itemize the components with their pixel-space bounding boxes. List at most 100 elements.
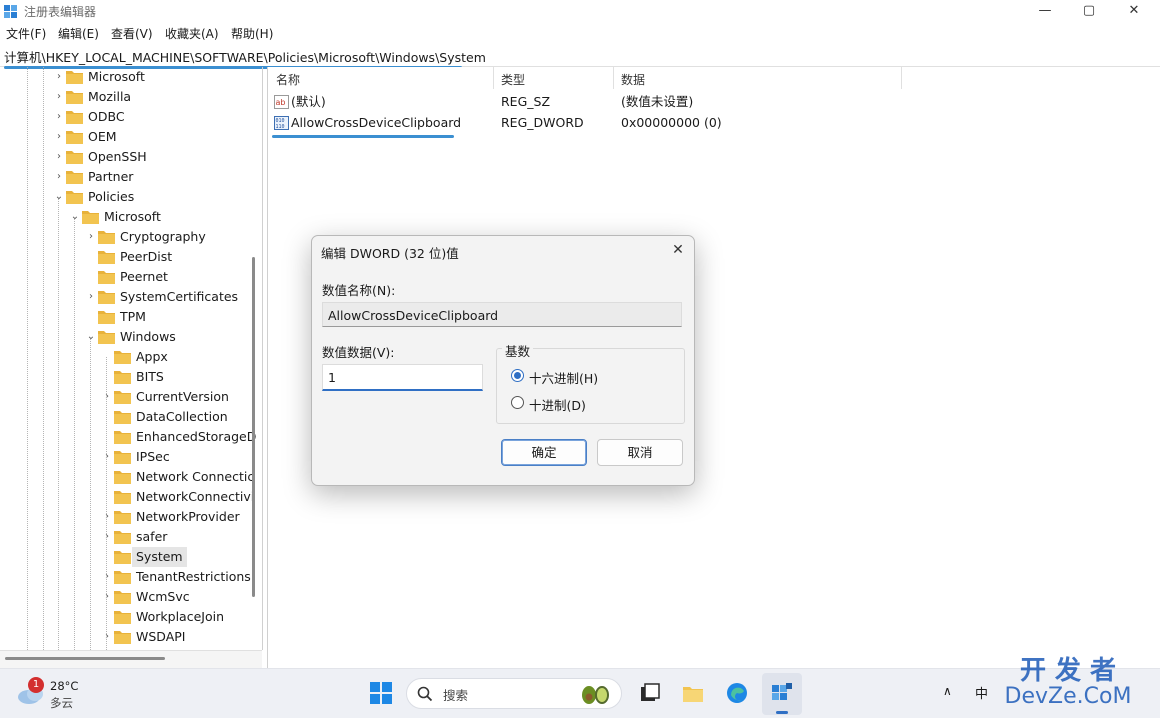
tree-item-safer[interactable]: › safer	[0, 527, 262, 547]
collapsed-chevron-icon[interactable]: ›	[86, 287, 96, 307]
tree-item-oem[interactable]: › OEM	[0, 127, 262, 147]
folder-icon	[114, 431, 131, 444]
collapsed-chevron-icon[interactable]: ›	[54, 167, 64, 187]
tree-item-network-connectic[interactable]: Network Connectic	[0, 467, 262, 487]
weather-widget[interactable]: 1 28°C 多云	[16, 677, 96, 711]
column-divider[interactable]	[901, 67, 902, 89]
tree-item-odbc[interactable]: › ODBC	[0, 107, 262, 127]
tree-item-openssh[interactable]: › OpenSSH	[0, 147, 262, 167]
value-row-default[interactable]: ab (默认) REG_SZ (数值未设置)	[273, 92, 773, 112]
tree-item-networkconnectivi[interactable]: NetworkConnectivi	[0, 487, 262, 507]
tree-horizontal-scrollbar[interactable]	[5, 657, 165, 660]
menu-edit[interactable]: 编辑(E)	[58, 25, 99, 42]
tree-item-appx[interactable]: Appx	[0, 347, 262, 367]
tree-item-peernet[interactable]: Peernet	[0, 267, 262, 287]
address-path[interactable]: 计算机\HKEY_LOCAL_MACHINE\SOFTWARE\Policies…	[4, 47, 486, 66]
tree-item-partner[interactable]: › Partner	[0, 167, 262, 187]
folder-icon	[66, 191, 83, 204]
tree-item-policies[interactable]: ⌄ Policies	[0, 187, 262, 207]
tree-item-bits[interactable]: BITS	[0, 367, 262, 387]
collapsed-chevron-icon[interactable]: ›	[102, 387, 112, 407]
maximize-button[interactable]: ▢	[1066, 0, 1112, 22]
expanded-chevron-icon[interactable]: ⌄	[70, 207, 80, 227]
tree-item-tpm[interactable]: TPM	[0, 307, 262, 327]
tree-item-workplacejoin[interactable]: WorkplaceJoin	[0, 607, 262, 627]
title-bar: 注册表编辑器 — ▢ ✕	[0, 0, 1160, 22]
tree-item-microsoft[interactable]: › Microsoft	[0, 67, 262, 87]
tree-item-ipsec[interactable]: › IPSec	[0, 447, 262, 467]
menu-favorites[interactable]: 收藏夹(A)	[165, 25, 219, 42]
regedit-app-icon	[4, 5, 17, 18]
tree-item-enhancedstoraged[interactable]: EnhancedStorageD	[0, 427, 262, 447]
column-divider[interactable]	[613, 67, 614, 89]
registry-tree[interactable]: › Microsoft › Mozilla › ODBC › OEM › OpenSSH › Part…	[0, 67, 263, 650]
cancel-button[interactable]: 取消	[597, 439, 683, 466]
tree-item-wsdapi[interactable]: › WSDAPI	[0, 627, 262, 647]
edge-browser-icon[interactable]	[725, 681, 749, 705]
tree-item-label: NetworkConnectivi	[136, 489, 255, 504]
menu-help[interactable]: 帮助(H)	[231, 25, 273, 42]
collapsed-chevron-icon[interactable]: ›	[54, 147, 64, 167]
tree-item-label: PeerDist	[120, 249, 173, 264]
collapsed-chevron-icon[interactable]: ›	[54, 87, 64, 107]
tree-item-systemcertificates[interactable]: › SystemCertificates	[0, 287, 262, 307]
tree-guide-line	[106, 357, 107, 650]
tree-item-wcmsvc[interactable]: › WcmSvc	[0, 587, 262, 607]
tree-item-tenantrestrictions[interactable]: › TenantRestrictions	[0, 567, 262, 587]
tree-item-system[interactable]: System	[0, 547, 262, 567]
tree-item-windows[interactable]: ⌄ Windows	[0, 327, 262, 347]
dec-radio-option[interactable]: 十进制(D)	[511, 394, 671, 413]
collapsed-chevron-icon[interactable]: ›	[102, 527, 112, 547]
collapsed-chevron-icon[interactable]: ›	[102, 627, 112, 647]
value-row-allowcrossdeviceclipboard[interactable]: 010 110 AllowCrossDeviceClipboard REG_DW…	[273, 113, 773, 133]
tree-item-cryptography[interactable]: › Cryptography	[0, 227, 262, 247]
minimize-button[interactable]: —	[1022, 0, 1068, 22]
ime-indicator[interactable]: 中	[975, 683, 988, 702]
tree-item-currentversion[interactable]: › CurrentVersion	[0, 387, 262, 407]
dec-radio[interactable]	[511, 396, 524, 409]
dialog-close-button[interactable]: ✕	[668, 240, 688, 260]
folder-icon	[98, 231, 115, 244]
regedit-taskbar-button[interactable]	[762, 673, 802, 715]
collapsed-chevron-icon[interactable]: ›	[102, 447, 112, 467]
collapsed-chevron-icon[interactable]: ›	[102, 567, 112, 587]
value-highlight-mark	[272, 135, 454, 138]
collapsed-chevron-icon[interactable]: ›	[54, 67, 64, 87]
tree-item-mozilla[interactable]: › Mozilla	[0, 87, 262, 107]
tree-item-label: Peernet	[120, 269, 168, 284]
menu-file[interactable]: 文件(F)	[6, 25, 46, 42]
column-data-header[interactable]: 数据	[621, 71, 645, 88]
menu-view[interactable]: 查看(V)	[111, 25, 153, 42]
column-name-header[interactable]: 名称	[276, 71, 300, 88]
tree-item-microsoft[interactable]: ⌄ Microsoft	[0, 207, 262, 227]
tree-item-networkprovider[interactable]: › NetworkProvider	[0, 507, 262, 527]
tree-vertical-scrollbar[interactable]	[252, 257, 255, 597]
hex-radio[interactable]	[511, 369, 524, 382]
tree-item-label: Policies	[88, 189, 135, 204]
close-window-button[interactable]: ✕	[1111, 0, 1157, 22]
file-explorer-icon[interactable]	[681, 681, 705, 705]
collapsed-chevron-icon[interactable]: ›	[54, 107, 64, 127]
tree-item-label: Microsoft	[104, 209, 161, 224]
collapsed-chevron-icon[interactable]: ›	[86, 227, 96, 247]
folder-icon	[114, 411, 131, 424]
collapsed-chevron-icon[interactable]: ›	[102, 507, 112, 527]
tree-item-datacollection[interactable]: DataCollection	[0, 407, 262, 427]
expanded-chevron-icon[interactable]: ⌄	[86, 327, 96, 347]
column-divider[interactable]	[493, 67, 494, 89]
tray-overflow-chevron[interactable]: ∧	[943, 684, 952, 698]
tree-item-label: Microsoft	[88, 69, 145, 84]
taskbar-search-box[interactable]: 搜索	[406, 678, 622, 709]
collapsed-chevron-icon[interactable]: ›	[54, 127, 64, 147]
address-bar[interactable]: 计算机\HKEY_LOCAL_MACHINE\SOFTWARE\Policies…	[0, 44, 1160, 67]
column-type-header[interactable]: 类型	[501, 71, 525, 88]
task-view-icon[interactable]	[638, 681, 662, 705]
value-data-input[interactable]	[322, 364, 483, 391]
collapsed-chevron-icon[interactable]: ›	[102, 587, 112, 607]
start-windows-icon[interactable]	[369, 681, 393, 705]
tree-item-peerdist[interactable]: PeerDist	[0, 247, 262, 267]
hex-radio-option[interactable]: 十六进制(H)	[511, 367, 671, 386]
edit-dword-dialog: 编辑 DWORD (32 位)值 ✕ 数值名称(N): AllowCrossDe…	[311, 235, 695, 486]
ok-button[interactable]: 确定	[501, 439, 587, 466]
expanded-chevron-icon[interactable]: ⌄	[54, 187, 64, 207]
